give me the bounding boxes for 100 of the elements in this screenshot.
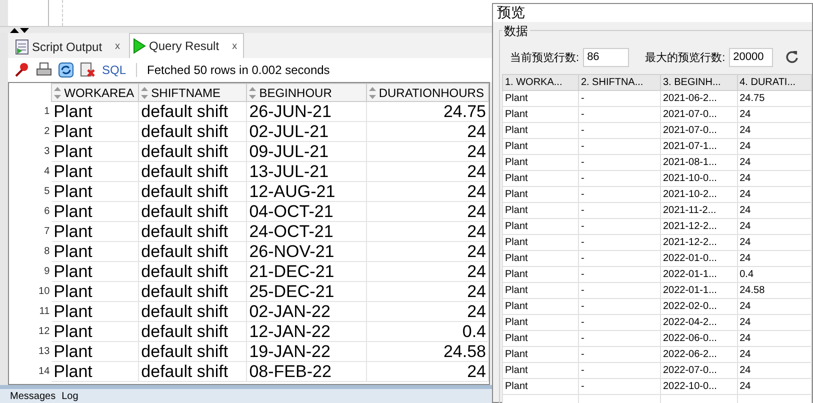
table-cell: 24 [737,330,812,346]
row-number: 11 [38,305,51,319]
row-number: 8 [43,245,51,259]
input-field[interactable]: 20000 [729,48,774,66]
table-cell: 2021-10-0... [660,170,738,186]
document-icon [15,38,29,54]
table-cell: default shift [138,242,247,262]
table-cell: 2022-04-2... [660,314,738,330]
table-cell: Plant [502,106,578,122]
pin-icon[interactable] [14,62,30,78]
refresh-icon[interactable] [58,62,74,78]
column-header[interactable]: SHIFTNAME [138,84,247,102]
table-cell: 21-DEC-21 [246,262,366,282]
table-cell: - [578,314,660,330]
print-icon[interactable] [36,62,52,78]
table-cell: 09-JUL-21 [246,142,366,162]
sql-link[interactable]: SQL [102,63,126,77]
row-number: 2 [43,125,51,139]
table-cell: 24 [366,142,488,162]
bottom-tab[interactable]: Log [62,390,78,402]
sort-icon [368,87,376,100]
table-cell: 24-OCT-21 [246,222,366,242]
table-cell: 24 [737,218,812,234]
table-cell: - [578,282,660,298]
play-icon [132,38,146,54]
table-cell: - [578,202,660,218]
table-cell: default shift [138,202,247,222]
table-cell: 2021-12-2... [660,218,738,234]
row-number: 7 [43,225,51,239]
table-cell: Plant [502,330,578,346]
column-header[interactable]: 3. BEGINH... [660,74,738,90]
bottom-tab[interactable]: Messages [10,390,56,402]
sort-icon [249,87,256,100]
table-cell: 24 [737,250,812,266]
input-field[interactable]: 86 [583,48,630,66]
result-tab[interactable]: Query Result x [129,33,244,58]
table-cell: 2021-08-1... [660,154,738,170]
table-cell: 26-JUN-21 [246,102,366,122]
table-cell: - [578,154,660,170]
table-cell: 24.75 [366,102,488,122]
row-number: 10 [38,285,51,299]
table-cell: 2022-06-2... [660,346,738,362]
column-header[interactable]: BEGINHOUR [246,84,366,102]
delete-document-icon[interactable] [80,62,96,78]
table-cell: - [578,122,660,138]
field-label: 当前预览行数: [510,50,580,64]
column-header[interactable]: 4. DURATI... [737,74,812,90]
table-cell: 24 [737,122,812,138]
table-cell: 2022-06-0... [660,330,738,346]
table-cell: 02-JUL-21 [246,122,366,142]
column-header[interactable]: 2. SHIFTNA... [578,74,660,90]
table-cell: default shift [138,282,247,302]
result-tab[interactable]: Script Output x [12,35,128,58]
table-cell: - [578,138,660,154]
table-cell: 24 [366,222,488,242]
table-cell: Plant [502,346,578,362]
table-cell: 26-NOV-21 [246,242,366,262]
table-cell: default shift [138,322,247,342]
table-cell: Plant [52,262,139,282]
table-cell: 24 [366,122,488,142]
table-cell: 24 [737,234,812,250]
row-number: 14 [38,365,51,379]
table-cell: - [578,234,660,250]
row-number: 13 [38,345,51,359]
sort-icon [141,87,148,100]
table-cell: Plant [502,186,578,202]
table-cell: 19-JAN-22 [246,342,366,362]
table-cell: 24 [737,202,812,218]
table-cell: 2022-10-0... [660,378,738,394]
table-cell: 2022-07-0... [660,362,738,378]
table-cell: Plant [502,218,578,234]
table-cell: Plant [52,302,139,322]
table-cell: 24 [737,186,812,202]
table-cell: 24 [737,298,812,314]
table-cell: Plant [52,242,139,262]
table-cell: 24 [737,378,812,394]
row-number: 9 [43,265,51,279]
table-cell: - [578,186,660,202]
refresh-icon[interactable] [785,50,800,64]
group-label: 数据 [502,23,530,40]
table-cell: - [578,346,660,362]
column-header[interactable]: DURATIONHOURS [366,84,488,102]
table-cell: - [578,90,660,106]
table-cell: default shift [138,342,247,362]
table-cell: - [578,170,660,186]
table-cell: 2021-06-2... [660,90,738,106]
close-icon[interactable]: x [115,41,120,52]
close-icon[interactable]: x [232,40,238,52]
table-cell: default shift [138,122,247,142]
table-cell: Plant [502,170,578,186]
table-cell: Plant [52,202,139,222]
table-cell: 2021-10-2... [660,186,738,202]
table-cell: 24.58 [737,282,812,298]
table-cell: 13-JUL-21 [246,162,366,182]
table-cell: 24 [737,170,812,186]
table-cell: 0.4 [737,266,812,282]
column-header[interactable]: 1. WORKA... [502,74,578,90]
column-header[interactable]: WORKAREA [52,84,139,102]
table-cell: 2021-07-0... [660,106,738,122]
table-cell: default shift [138,162,247,182]
